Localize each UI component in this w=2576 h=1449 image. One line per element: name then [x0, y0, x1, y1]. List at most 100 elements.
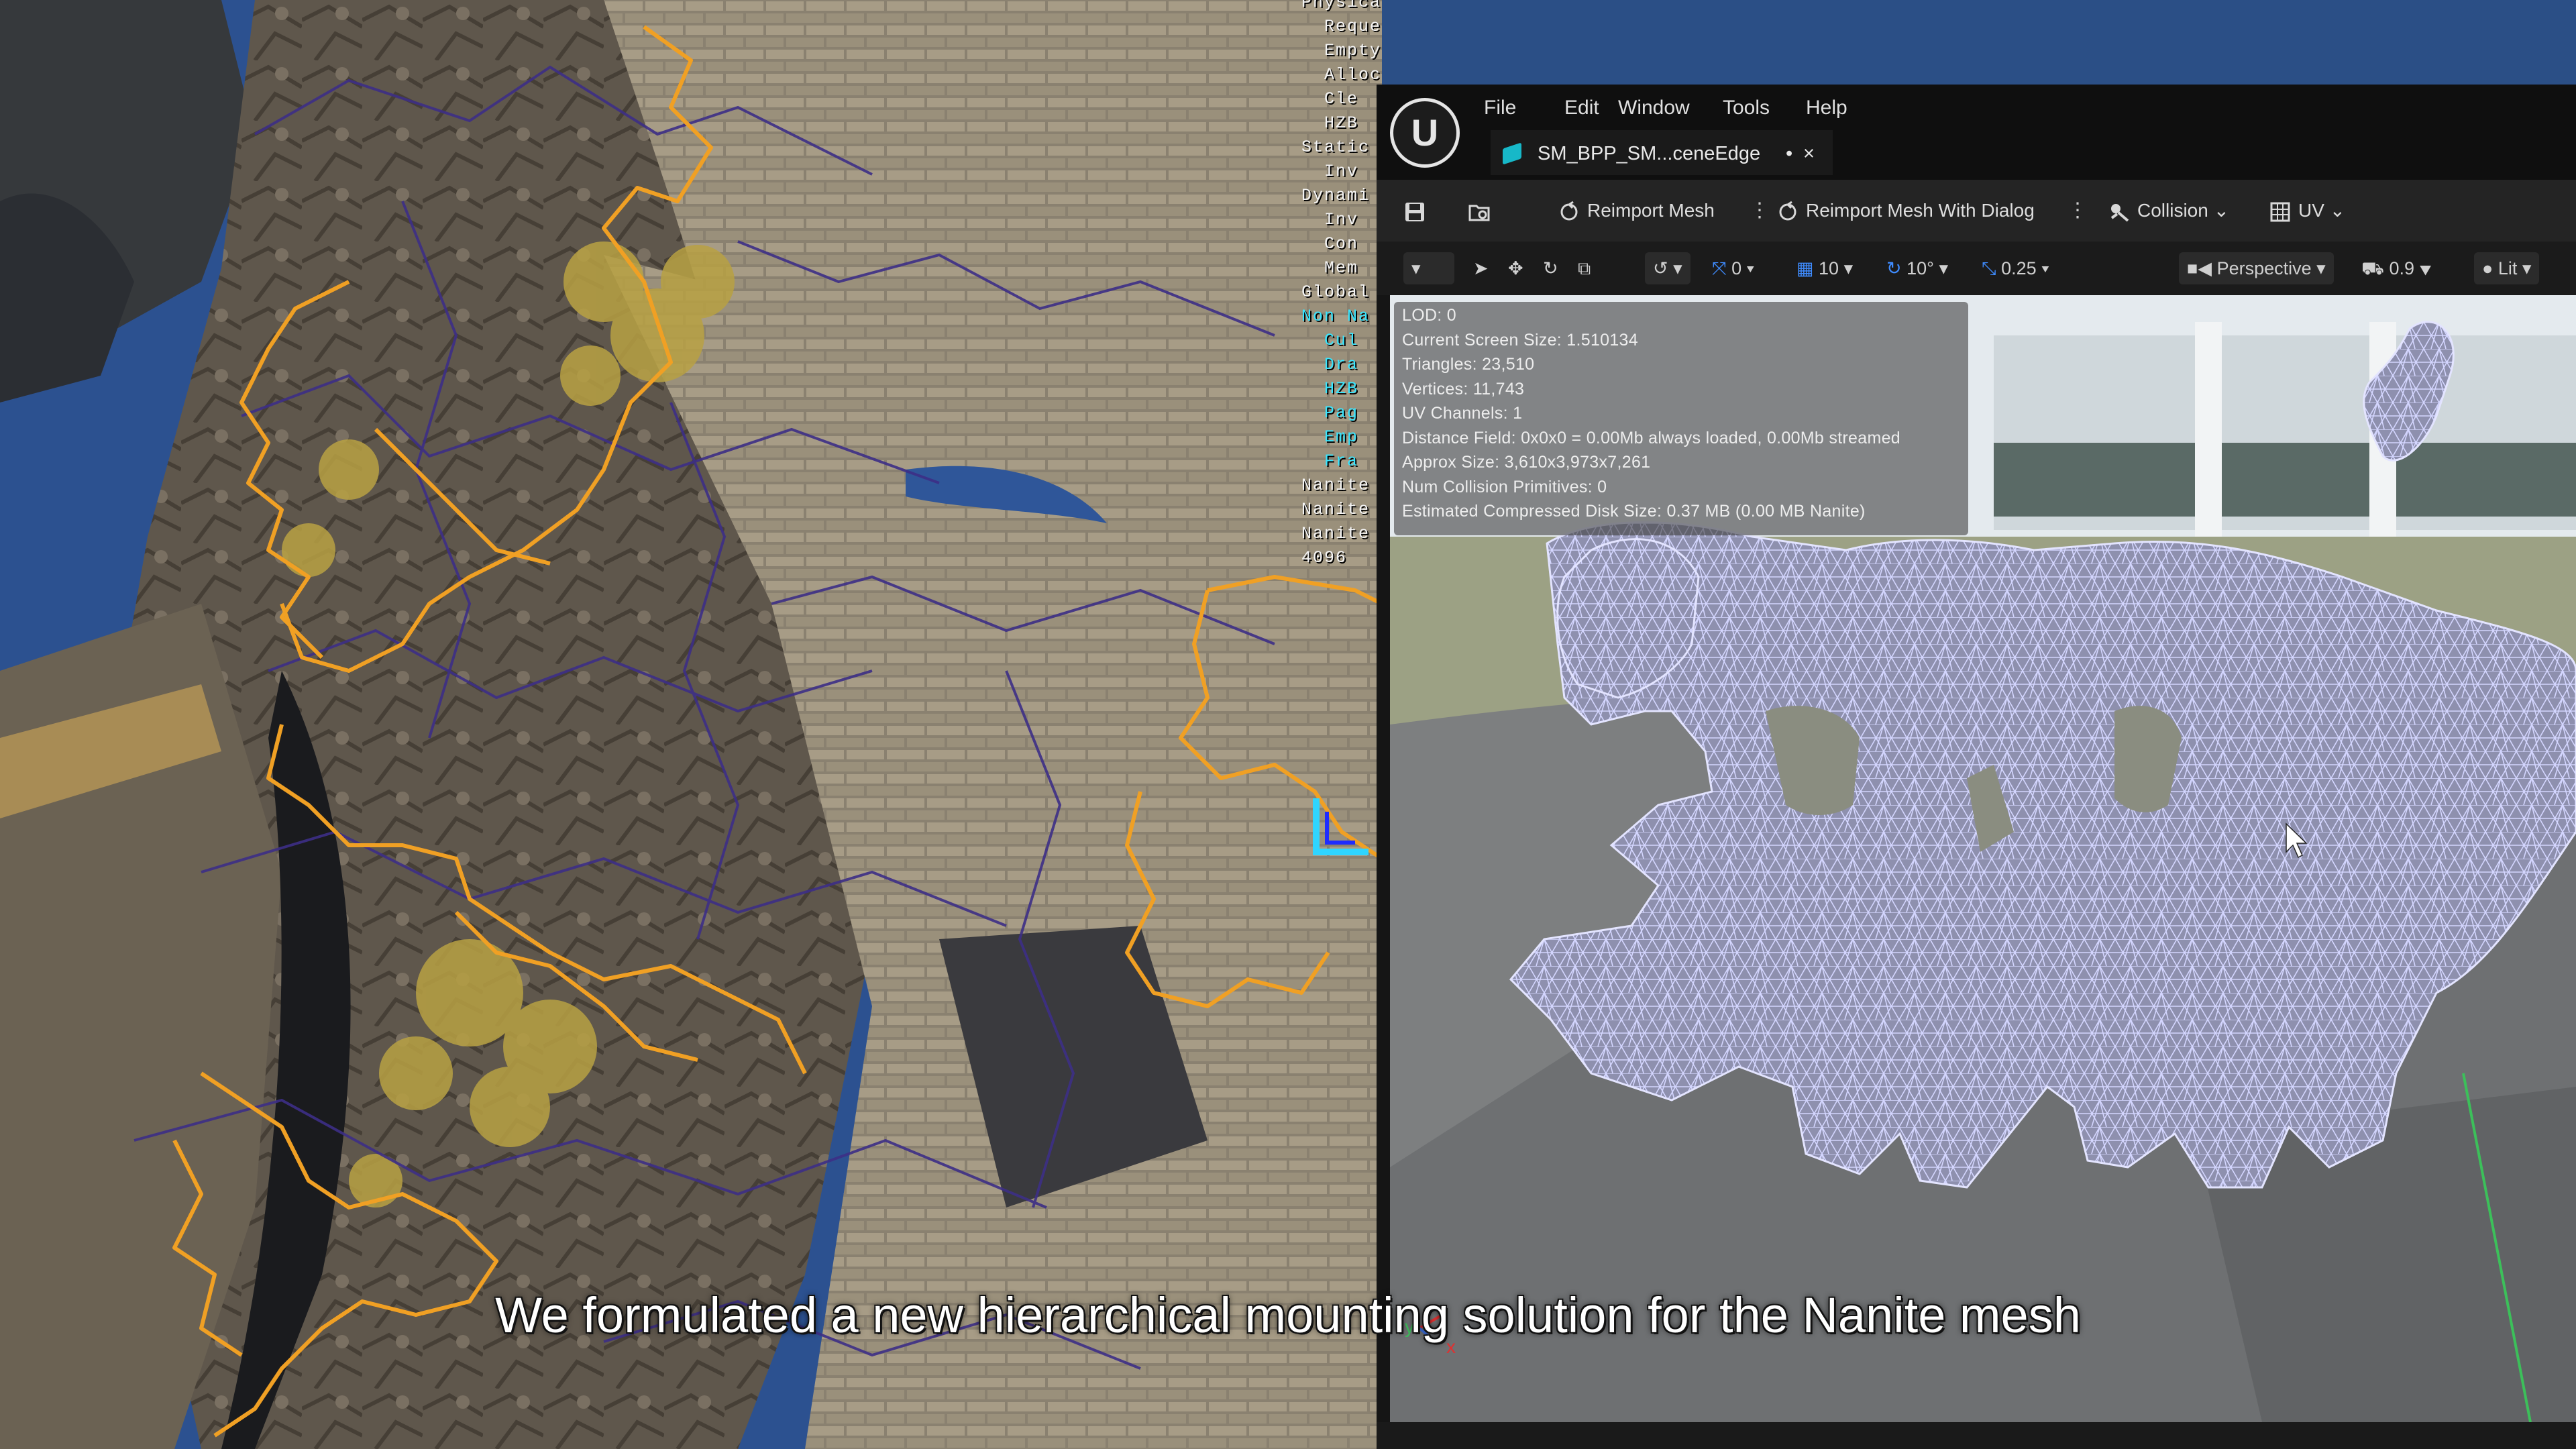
translate-tool-icon[interactable]: ✥ — [1508, 252, 1523, 284]
stat-row: Static — [1301, 136, 1382, 160]
camera-speed-button[interactable]: ⛟ 0.9 ▾ — [2361, 252, 2432, 284]
grid-snap-value: 10 — [1819, 258, 1839, 278]
camera-speed-icon: ⛟ — [2361, 258, 2384, 278]
reimport-with-dialog-label: Reimport Mesh With Dialog — [1806, 200, 2035, 221]
viewport-toolbar: ▾ ➤ ✥ ↻ ⧉ ↺ ▾ ⤧ 0 ▾ ▦ 10 ▾ ↻ 10° ▾ ⤡ 0.2… — [1377, 241, 2576, 295]
reimport-dialog-options-icon[interactable]: ⋮ — [2068, 196, 2088, 225]
camera-icon: ■◀ — [2187, 258, 2212, 278]
menu-edit[interactable]: Edit — [1564, 97, 1599, 119]
stat-label: Inv — [1301, 162, 1359, 181]
viewport-options-icon[interactable]: ▾ — [1403, 252, 1454, 284]
stat-label: Con — [1301, 234, 1359, 254]
stat-row: Fra — [1301, 449, 1382, 474]
angle-snap-button[interactable]: ↻ 10° ▾ — [1886, 252, 1948, 284]
lit-icon: ● — [2482, 258, 2493, 278]
rotation-snap-value: 0 — [1731, 258, 1742, 278]
mesh-stat-line: UV Channels: 1 — [1402, 404, 1523, 423]
mesh-stats-panel: LOD: 0 Current Screen Size: 1.510134 Trian… — [1394, 302, 1968, 535]
reimport-options-icon[interactable]: ⋮ — [1750, 196, 1770, 225]
lit-label: Lit — [2498, 258, 2518, 278]
grid-snap-icon: ▦ — [1796, 258, 1814, 278]
stat-row: Nanite — [1301, 474, 1382, 498]
stat-label: Dynami — [1301, 186, 1371, 205]
rotate-tool-icon[interactable]: ↻ — [1543, 252, 1558, 284]
lit-dropdown[interactable]: ● Lit ▾ — [2474, 252, 2540, 284]
scale-snap-icon: ⤡ — [1982, 258, 1996, 278]
reimport-mesh-label: Reimport Mesh — [1587, 200, 1715, 221]
reimport-with-dialog-button[interactable]: Reimport Mesh With Dialog — [1776, 193, 2035, 228]
view-mode-label: Perspective — [2216, 258, 2312, 278]
stat-row: Dynami — [1301, 184, 1382, 208]
nanite-visualization — [0, 0, 1382, 1449]
scale-snap-value: 0.25 — [2001, 258, 2037, 278]
mesh-stat-line: Current Screen Size: 1.510134 — [1402, 330, 1638, 350]
stat-label: HZB — [1301, 113, 1359, 133]
stat-label: Global — [1301, 282, 1371, 302]
unsaved-indicator: • — [1786, 143, 1793, 164]
reimport-dialog-icon — [1779, 201, 1796, 221]
stat-label: Inv — [1301, 210, 1359, 229]
collision-icon — [2110, 203, 2129, 222]
stat-label: HZB — [1301, 379, 1359, 398]
stat-label: Dra — [1301, 355, 1359, 374]
menu-window[interactable]: Window — [1618, 97, 1690, 119]
menu-file[interactable]: File — [1484, 97, 1516, 119]
editor-bottom-tabs — [1377, 1422, 2576, 1449]
coordinate-space-button[interactable]: ↺ ▾ — [1645, 252, 1690, 284]
scale-tool-icon[interactable]: ⧉ — [1578, 252, 1591, 284]
tab-title: SM_BPP_SM...ceneEdge — [1538, 143, 1761, 164]
mesh-stat-line: LOD: 0 — [1402, 306, 1456, 325]
stat-label: Physical Pages — [1301, 0, 1382, 12]
angle-snap-value: 10° — [1907, 258, 1934, 278]
stat-row: Empty3515 — [1301, 39, 1382, 63]
scale-snap-button[interactable]: ⤡ 0.25 ▾ — [1982, 252, 2049, 284]
mesh-stat-line: Num Collision Primitives: 0 — [1402, 477, 1607, 496]
browse-button[interactable] — [1468, 193, 1497, 228]
game-viewport[interactable]: Physical Pages3584 Requested60 Empty3515… — [0, 0, 1382, 1449]
tab-close-icon[interactable]: × — [1803, 132, 1815, 175]
stat-row: Emp — [1301, 425, 1382, 449]
stat-row: Physical Pages3584 — [1301, 0, 1382, 15]
stat-row: Inv — [1301, 208, 1382, 232]
mesh-preview-viewport[interactable]: LOD: 0 Current Screen Size: 1.510134 Trian… — [1390, 295, 2576, 1422]
static-mesh-editor-window: File Edit Window Tools Help U SM_BPP_SM.… — [1377, 85, 2576, 1449]
surface-snap-icon: ⤧ — [1712, 258, 1727, 278]
perspective-dropdown[interactable]: ■◀ Perspective ▾ — [2179, 252, 2334, 284]
grid-snap-button[interactable]: ▦ 10 ▾ — [1796, 252, 1853, 284]
mesh-stat-line: Triangles: 23,510 — [1402, 355, 1535, 374]
save-icon — [1405, 202, 1424, 221]
stat-label: Nanite — [1301, 500, 1371, 519]
stat-label: Non Na — [1301, 307, 1371, 326]
stat-row: Non Na — [1301, 305, 1382, 329]
stat-label: Static — [1301, 138, 1371, 157]
camera-speed-value: 0.9 — [2389, 258, 2415, 278]
stat-row: Mem — [1301, 256, 1382, 280]
stat-row: Con — [1301, 232, 1382, 256]
nanite-stats-overlay: Physical Pages3584 Requested60 Empty3515… — [1301, 0, 1382, 570]
stat-label: Cle — [1301, 89, 1359, 109]
stat-row: Allocated New0 — [1301, 63, 1382, 87]
surface-snap-button[interactable]: ⤧ 0 ▾ — [1712, 252, 1754, 284]
mesh-stat-line: Vertices: 11,743 — [1402, 379, 1525, 398]
stat-label: Mem — [1301, 258, 1359, 278]
tab-static-mesh[interactable]: SM_BPP_SM...ceneEdge • × — [1491, 130, 1833, 175]
asset-tab-bar: SM_BPP_SM...ceneEdge • × — [1377, 125, 2576, 180]
reimport-mesh-button[interactable]: Reimport Mesh — [1558, 193, 1715, 228]
save-button[interactable] — [1403, 193, 1433, 228]
stat-row: Pag — [1301, 401, 1382, 425]
stat-label: Nanite — [1301, 476, 1371, 495]
mesh-stat-line: Distance Field: 0x0x0 = 0.00Mb always lo… — [1402, 428, 1900, 447]
menu-help[interactable]: Help — [1806, 97, 1847, 119]
collision-label: Collision — [2137, 200, 2208, 221]
stat-label: Emp — [1301, 427, 1359, 447]
select-tool-icon[interactable]: ➤ — [1473, 252, 1489, 284]
uv-grid-icon — [2270, 202, 2290, 222]
stat-row: Inv — [1301, 160, 1382, 184]
angle-snap-icon: ↻ — [1886, 258, 1902, 278]
uv-dropdown[interactable]: UV ⌄ — [2269, 193, 2345, 228]
menu-tools[interactable]: Tools — [1723, 97, 1770, 119]
collision-dropdown[interactable]: Collision ⌄ — [2108, 193, 2229, 228]
reimport-icon — [1560, 201, 1578, 221]
stat-label: 4096 — [1301, 548, 1348, 568]
stat-row: 4096 — [1301, 546, 1382, 570]
